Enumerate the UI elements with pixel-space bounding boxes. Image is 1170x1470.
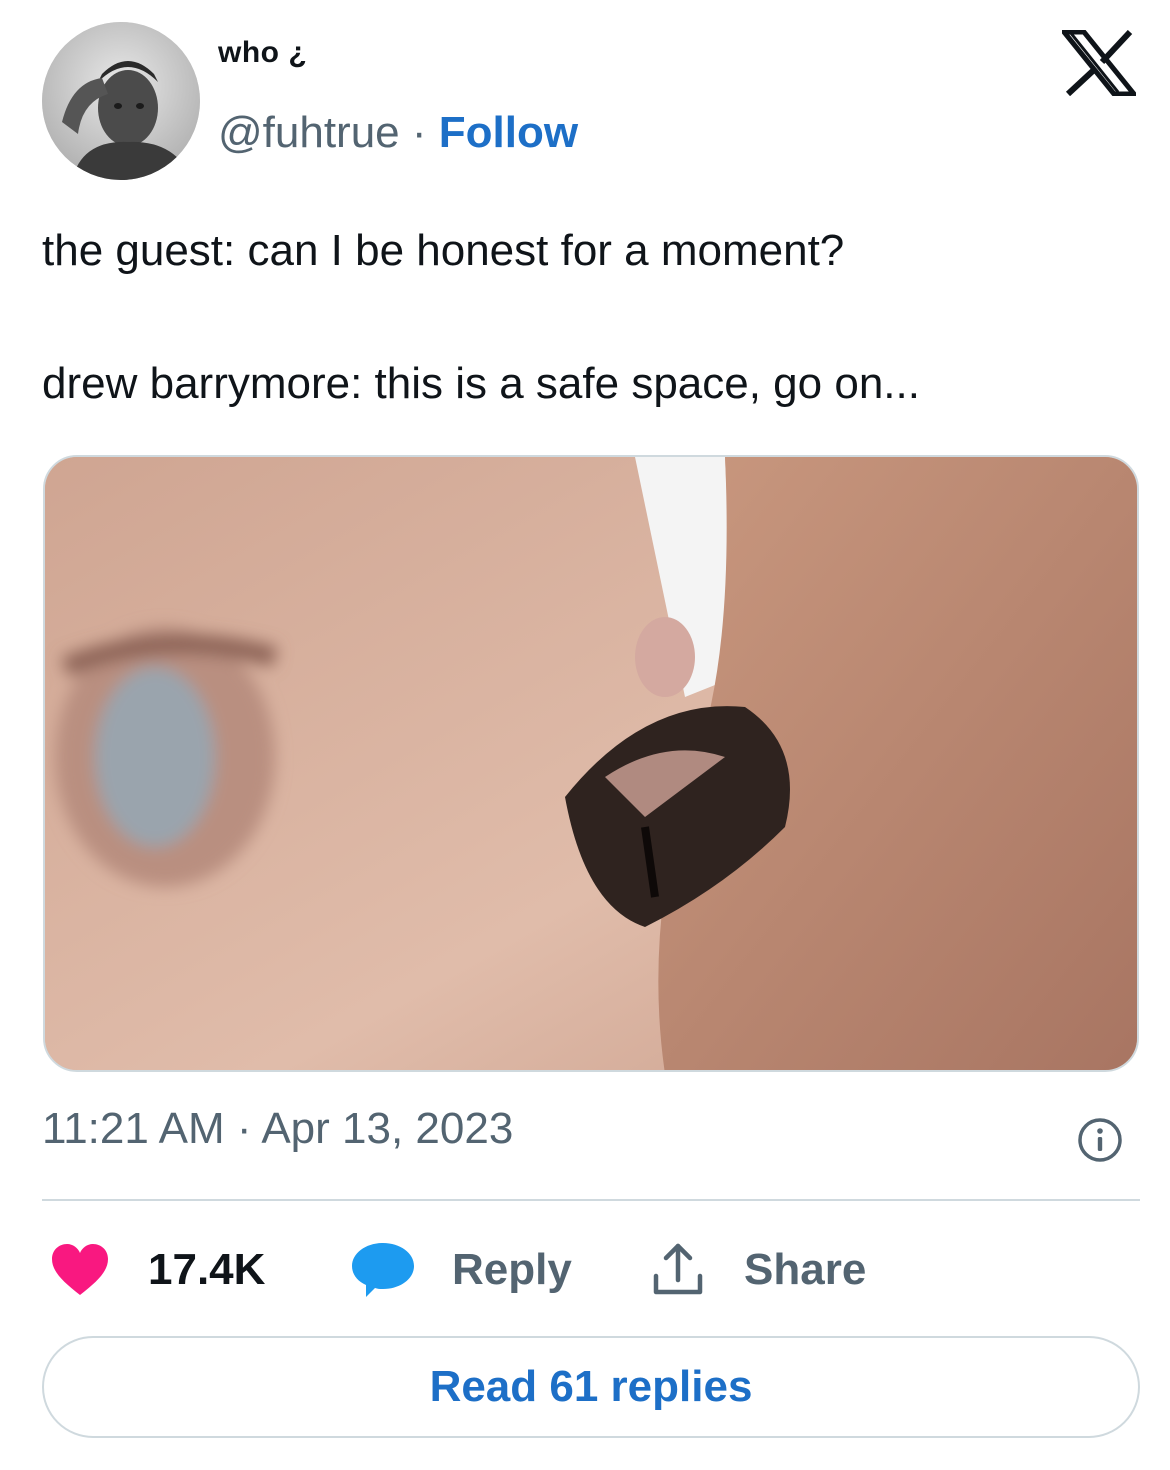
read-replies-button[interactable]: Read 61 replies bbox=[42, 1336, 1140, 1438]
heart-icon bbox=[52, 1244, 108, 1295]
follow-button[interactable]: Follow bbox=[439, 108, 578, 157]
tweet-media-photo[interactable] bbox=[43, 455, 1139, 1072]
reply-label: Reply bbox=[452, 1245, 572, 1294]
x-logo-icon[interactable] bbox=[1058, 29, 1140, 97]
tweet-text-line-1: the guest: can I be honest for a moment? bbox=[42, 226, 845, 275]
timestamp-separator: · bbox=[224, 1104, 262, 1153]
info-circle-icon[interactable] bbox=[1076, 1116, 1124, 1164]
handle[interactable]: @fuhtrue bbox=[218, 108, 400, 157]
reply-button[interactable]: Reply bbox=[350, 1238, 572, 1302]
tweet-date: Apr 13, 2023 bbox=[261, 1104, 514, 1153]
handle-line: @fuhtrue · Follow bbox=[218, 108, 578, 158]
separator-dot: · bbox=[399, 108, 439, 157]
like-button[interactable]: 17.4K bbox=[50, 1238, 265, 1302]
tweet-timestamp[interactable]: 11:21 AM · Apr 13, 2023 bbox=[42, 1104, 513, 1154]
tweet-text-line-2: drew barrymore: this is a safe space, go… bbox=[42, 359, 920, 408]
display-name[interactable]: who ¿ bbox=[218, 36, 307, 70]
share-label: Share bbox=[744, 1245, 867, 1294]
speech-bubble-icon bbox=[352, 1243, 414, 1297]
avatar[interactable] bbox=[42, 22, 200, 180]
tweet-time: 11:21 AM bbox=[42, 1104, 225, 1153]
share-button[interactable]: Share bbox=[650, 1238, 866, 1302]
upload-arrow-icon bbox=[653, 1243, 703, 1295]
like-count: 17.4K bbox=[148, 1245, 266, 1294]
divider bbox=[42, 1199, 1140, 1201]
avatar-photo bbox=[42, 22, 200, 180]
media-image bbox=[45, 457, 1137, 1070]
